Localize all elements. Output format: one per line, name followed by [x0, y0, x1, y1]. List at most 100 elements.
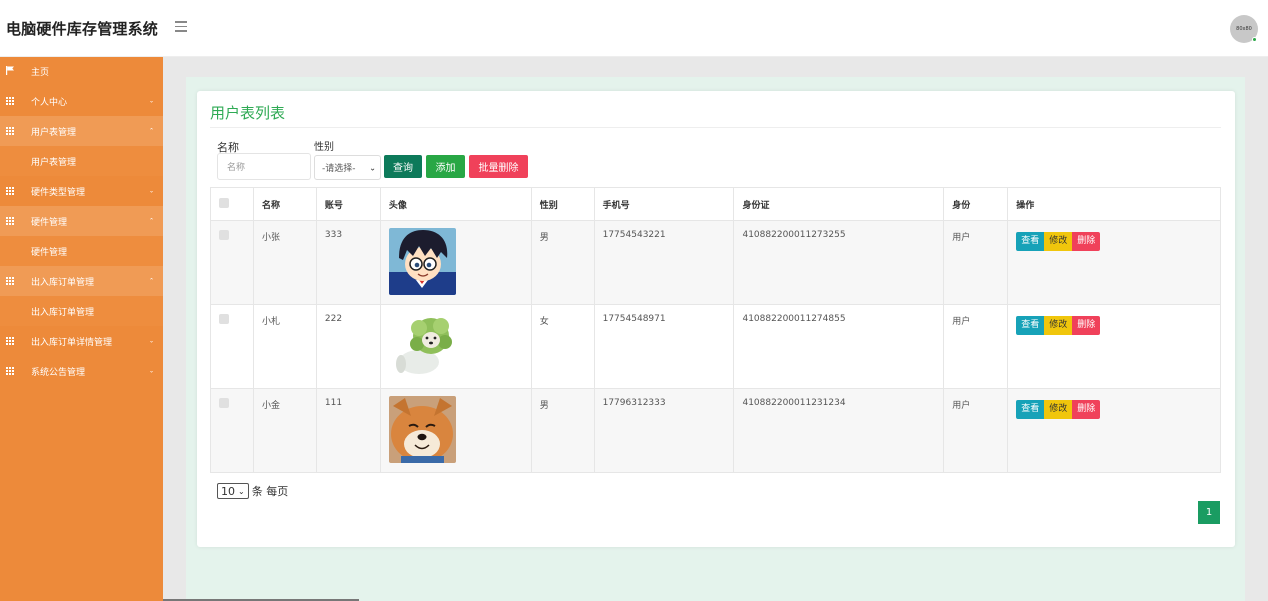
batch-delete-button[interactable]: 批量删除 [469, 155, 528, 178]
cell-actions: 查看 修改 删除 [1007, 304, 1221, 389]
table-row: 小金 111 男 17796312333 410882200011231234 … [210, 388, 1221, 473]
grid-icon [6, 217, 15, 225]
view-button[interactable]: 查看 [1016, 400, 1045, 419]
sidebar-item-label: 主页 [31, 68, 50, 78]
page-size-control: 10 ⌄ 条 每页 [217, 483, 288, 499]
sidebar-item-label: 用户表管理 [31, 157, 77, 168]
online-status-dot [1252, 37, 1257, 42]
delete-button[interactable]: 删除 [1072, 316, 1101, 335]
page-number-button[interactable]: 1 [1198, 501, 1220, 524]
cell-avatar [379, 388, 532, 473]
sidebar-item-label: 系统公告管理 [31, 367, 86, 378]
sidebar-item-hardware[interactable]: 硬件管理 ⌃ [0, 206, 163, 236]
chevron-down-icon: ⌄ [238, 486, 245, 496]
column-header: 手机号 [593, 187, 735, 221]
table-row: 小张 333 男 17754543221 410882200011273255 … [210, 220, 1221, 305]
column-header: 账号 [315, 187, 381, 221]
shiba-dog-avatar [388, 396, 456, 463]
grid-icon [6, 277, 15, 285]
edit-button[interactable]: 修改 [1044, 400, 1073, 419]
avatar-placeholder-text: 80x80 [1236, 26, 1252, 32]
view-button[interactable]: 查看 [1016, 316, 1045, 335]
delete-button[interactable]: 删除 [1072, 400, 1101, 419]
chevron-down-icon: ⌄ [369, 163, 376, 172]
view-button[interactable]: 查看 [1016, 232, 1045, 251]
cell-idcard: 410882200011231234 [733, 388, 945, 473]
column-header: 身份证 [733, 187, 945, 221]
table-row: 小札 222 女 17754548971 410882200011274855 … [210, 304, 1221, 389]
cell-avatar [379, 304, 532, 389]
sidebar-item-user-management[interactable]: 用户表管理 ⌃ [0, 116, 163, 146]
page-size-value: 10 [221, 484, 235, 498]
divider [210, 127, 1221, 128]
edit-button[interactable]: 修改 [1044, 316, 1073, 335]
cell-gender: 男 [530, 388, 595, 473]
grid-icon [6, 367, 15, 375]
column-header: 名称 [252, 187, 317, 221]
cell-idcard: 410882200011273255 [733, 220, 945, 305]
sidebar-item-announcements[interactable]: 系统公告管理 ⌄ [0, 356, 163, 386]
column-header: 性别 [530, 187, 595, 221]
chevron-down-icon: ⌄ [148, 187, 154, 195]
cell-actions: 查看 修改 删除 [1007, 388, 1221, 473]
detective-cartoon-avatar [388, 228, 456, 295]
menu-toggle-icon[interactable] [175, 21, 189, 33]
user-avatar[interactable]: 80x80 [1230, 15, 1258, 43]
chevron-down-icon: ⌄ [148, 97, 154, 105]
gender-select[interactable]: -请选择- ⌄ [314, 155, 381, 180]
app-title: 电脑硬件库存管理系统 [6, 20, 159, 38]
cell-name: 小金 [252, 388, 317, 473]
row-select-cell[interactable] [210, 304, 254, 389]
per-page-label: 条 每页 [251, 485, 289, 498]
select-all-cell[interactable] [210, 187, 254, 221]
sidebar-item-profile[interactable]: 个人中心 ⌄ [0, 86, 163, 116]
gender-select-value: -请选择- [322, 164, 356, 174]
grid-icon [6, 187, 15, 195]
top-bar: 电脑硬件库存管理系统 80x80 [0, 0, 1268, 57]
lettuce-dog-avatar [388, 312, 456, 379]
sidebar-item-label: 硬件管理 [31, 247, 68, 258]
sidebar-item-label: 出入库订单管理 [31, 307, 95, 318]
sidebar-item-home[interactable]: 主页 [0, 57, 163, 86]
delete-button[interactable]: 删除 [1072, 232, 1101, 251]
sidebar-item-stock-orders[interactable]: 出入库订单管理 ⌃ [0, 266, 163, 296]
row-checkbox[interactable] [219, 398, 229, 408]
column-header: 头像 [379, 187, 532, 221]
chevron-up-icon: ⌃ [148, 127, 154, 135]
cell-gender: 女 [530, 304, 595, 389]
sidebar-subitem-hardware[interactable]: 硬件管理 [0, 236, 163, 266]
name-search-input[interactable]: 名称 [217, 153, 311, 180]
query-button[interactable]: 查询 [384, 155, 422, 178]
select-all-checkbox[interactable] [219, 197, 229, 208]
grid-icon [6, 127, 15, 135]
sidebar-item-label: 出入库订单管理 [31, 277, 95, 288]
cell-name: 小张 [252, 220, 317, 305]
chevron-down-icon: ⌄ [148, 367, 154, 375]
row-select-cell[interactable] [210, 220, 254, 305]
sidebar-item-label: 硬件管理 [31, 217, 68, 228]
add-button[interactable]: 添加 [426, 155, 465, 178]
cell-avatar [379, 220, 532, 305]
cell-actions: 查看 修改 删除 [1007, 220, 1221, 305]
row-checkbox[interactable] [219, 314, 229, 324]
sidebar-item-label: 出入库订单详情管理 [31, 337, 113, 348]
row-checkbox[interactable] [219, 230, 229, 240]
chevron-down-icon: ⌄ [148, 337, 154, 345]
sidebar-subitem-stock-orders[interactable]: 出入库订单管理 [0, 296, 163, 326]
page-size-select[interactable]: 10 ⌄ [217, 483, 249, 499]
gender-filter-label: 性别 [314, 142, 334, 153]
sidebar: 主页 个人中心 ⌄ 用户表管理 ⌃ 用户表管理 硬件类型管理 ⌄ 硬件管理 ⌃ … [0, 57, 163, 601]
edit-button[interactable]: 修改 [1044, 232, 1073, 251]
row-select-cell[interactable] [210, 388, 254, 473]
sidebar-item-hardware-type[interactable]: 硬件类型管理 ⌄ [0, 176, 163, 206]
sidebar-subitem-user-management[interactable]: 用户表管理 [0, 146, 163, 176]
chevron-up-icon: ⌃ [148, 277, 154, 285]
sidebar-item-label: 硬件类型管理 [31, 187, 86, 198]
page-title: 用户表列表 [210, 104, 286, 122]
sidebar-item-label: 个人中心 [31, 97, 68, 108]
cell-account: 333 [315, 220, 381, 305]
sidebar-item-order-details[interactable]: 出入库订单详情管理 ⌄ [0, 326, 163, 356]
user-list-panel: 用户表列表 名称 名称 性别 -请选择- ⌄ 查询 添加 批量删除 名称 账号 … [197, 91, 1235, 547]
flag-icon [6, 65, 15, 78]
column-header: 身份 [943, 187, 1009, 221]
